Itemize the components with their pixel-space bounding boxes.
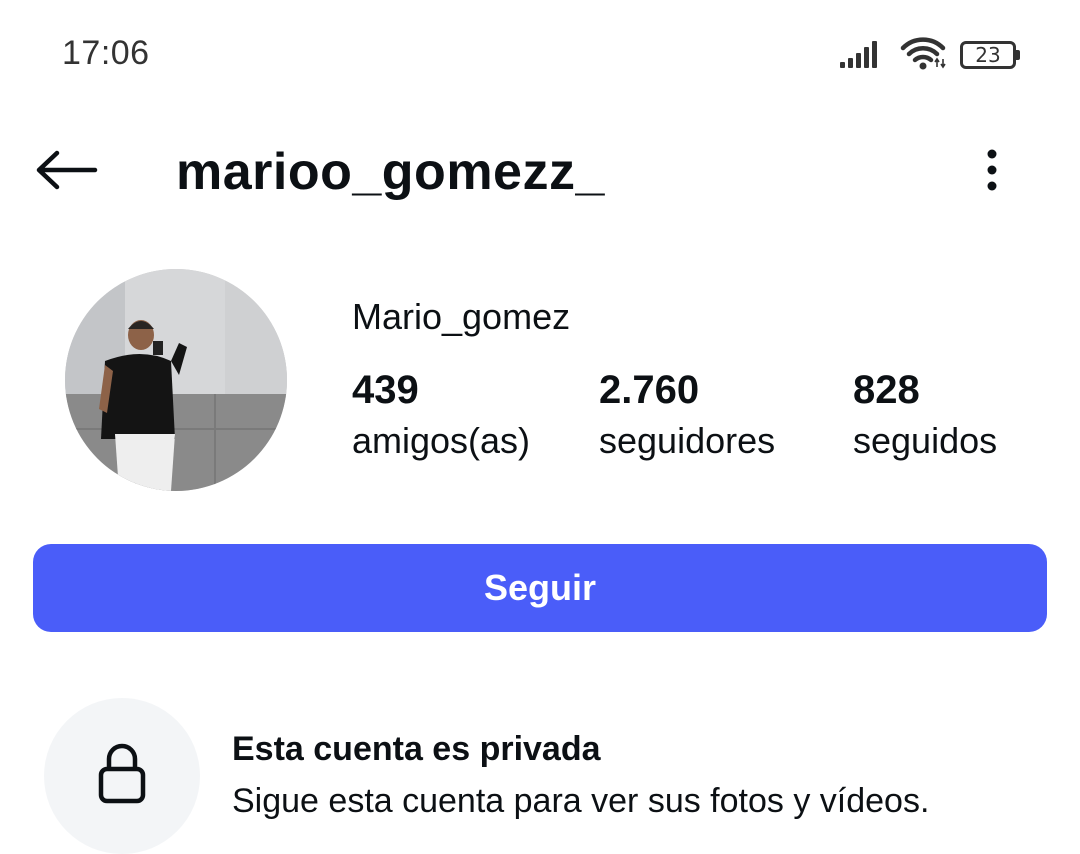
stat-followers[interactable]: 2.760 seguidores: [599, 366, 775, 468]
stat-following[interactable]: 828 seguidos: [853, 366, 997, 468]
back-button[interactable]: [30, 140, 102, 204]
battery-level: 23: [960, 41, 1016, 69]
more-vertical-icon: [986, 148, 998, 197]
follow-button[interactable]: Seguir: [33, 544, 1047, 632]
wifi-icon: [900, 36, 946, 75]
lock-icon-container: [44, 698, 200, 854]
profile-avatar[interactable]: [65, 269, 287, 491]
follow-button-label: Seguir: [483, 567, 597, 608]
status-time: 17:06: [62, 34, 150, 72]
status-icons: 23: [840, 36, 1020, 75]
private-account-title: Esta cuenta es privada: [232, 730, 601, 768]
stat-following-label: seguidos: [853, 420, 998, 461]
stat-friends-count: 439: [352, 368, 419, 412]
page-title-username: marioo_gomezz_: [176, 143, 605, 201]
battery-icon: 23: [960, 41, 1020, 69]
stat-friends[interactable]: 439 amigos(as): [352, 366, 530, 468]
display-name: Mario_gomez: [352, 296, 571, 337]
more-options-button[interactable]: [962, 140, 1022, 204]
stat-followers-count: 2.760: [599, 368, 700, 412]
stat-followers-label: seguidores: [599, 420, 776, 461]
stat-friends-label: amigos(as): [352, 420, 531, 461]
signal-icon: [840, 38, 886, 73]
lock-icon: [97, 743, 147, 810]
arrow-left-icon: [33, 150, 99, 195]
stat-following-count: 828: [853, 368, 920, 412]
private-account-subtitle: Sigue esta cuenta para ver sus fotos y v…: [232, 782, 930, 820]
